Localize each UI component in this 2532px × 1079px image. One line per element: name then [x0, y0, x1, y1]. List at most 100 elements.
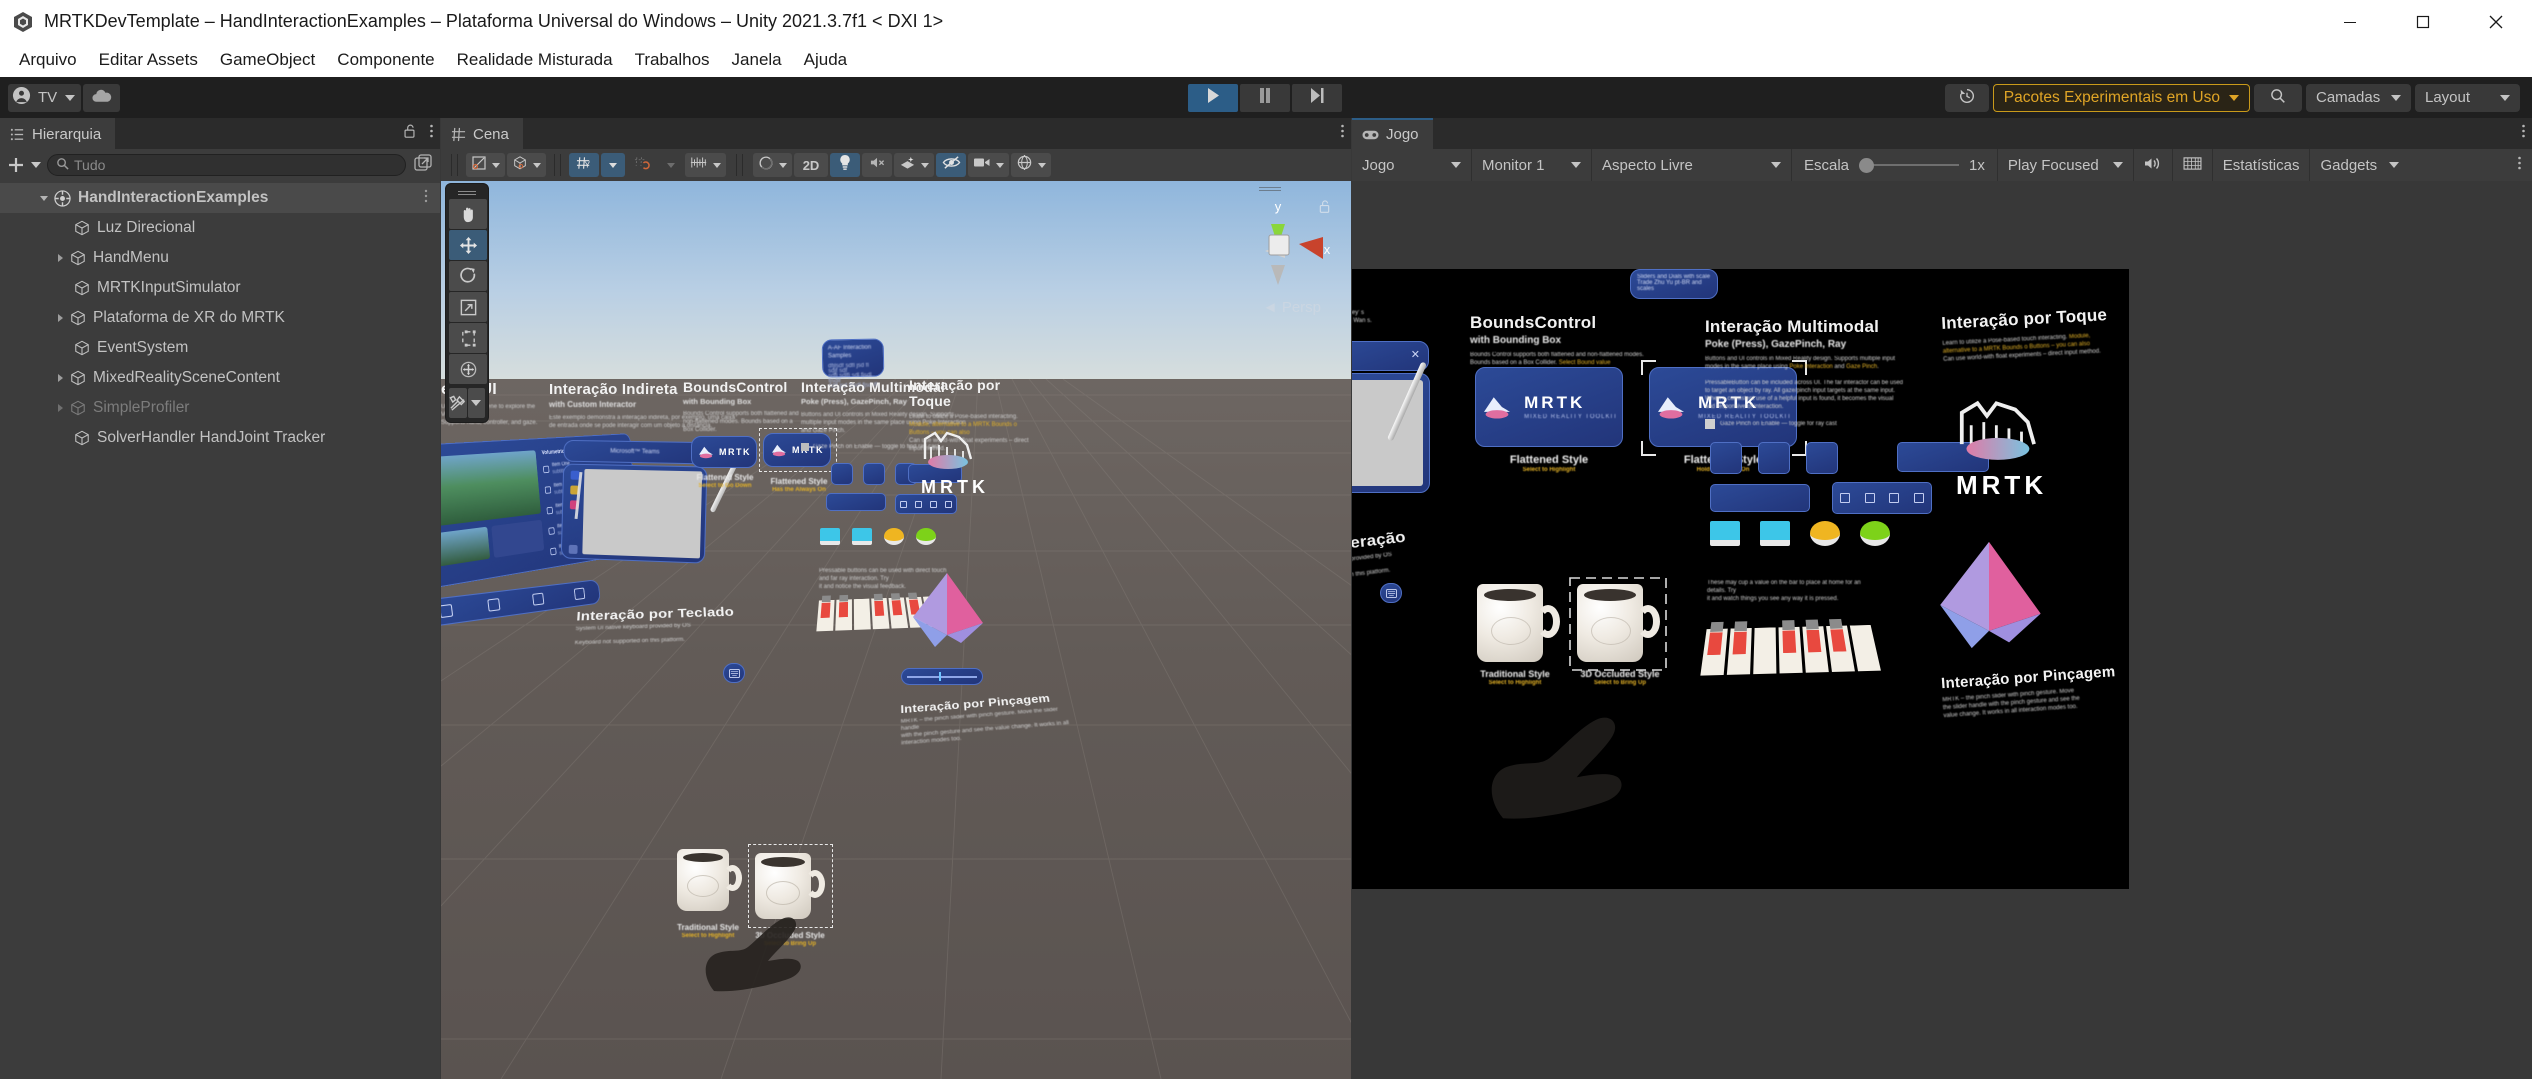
move-tool-button[interactable]	[449, 230, 487, 260]
scene-button-green[interactable]	[916, 528, 936, 545]
effects-toggle-button[interactable]	[894, 153, 934, 177]
game-button-yellow[interactable]	[1810, 521, 1840, 546]
scene-viewport[interactable]: A-AF Interaction Samples dfjlsdf sdfl js…	[441, 181, 1351, 1079]
tab-hierarquia[interactable]: Hierarquia	[0, 118, 115, 149]
hierarchy-search-input[interactable]: Tudo	[47, 154, 406, 176]
menu-componente[interactable]: Componente	[326, 47, 445, 73]
layers-dropdown[interactable]: Camadas	[2306, 84, 2411, 112]
hierarchy-item-mixedrealityscenecontent[interactable]: MixedRealitySceneContent	[0, 363, 440, 393]
game-viewport[interactable]: ✕ ‘ MRTKey’ sTheXrg Wan s. Interação ybo…	[1352, 181, 2532, 1079]
hidden-objects-toggle-button[interactable]	[936, 153, 966, 177]
draw-mode-button[interactable]	[507, 153, 546, 177]
maximize-button[interactable]	[2386, 0, 2459, 43]
lock-open-icon[interactable]	[402, 123, 417, 144]
rotate-tool-button[interactable]	[449, 261, 487, 291]
game-aspect-dropdown[interactable]: Aspecto Livre	[1592, 149, 1792, 181]
grid-snap-button[interactable]: Y	[569, 153, 599, 177]
chevron-right-icon[interactable]	[52, 403, 68, 413]
scene-button[interactable]	[831, 463, 853, 485]
history-button[interactable]	[1945, 84, 1989, 112]
scene-button[interactable]	[863, 463, 885, 485]
hierarchy-item-handmenu[interactable]: HandMenu	[0, 243, 440, 273]
rect-tool-button[interactable]	[449, 323, 487, 353]
palette-grip[interactable]	[449, 188, 485, 198]
hierarchy-item-solverhandler-handjoint-tracker[interactable]: SolverHandler HandJoint Tracker	[0, 423, 440, 453]
game-object-top-slate[interactable]: Sliders and Dials with scaleTrade Zhu Yu…	[1630, 269, 1718, 299]
cloud-button[interactable]	[83, 84, 120, 112]
scene-object-pinch-slider[interactable]	[901, 668, 983, 685]
kebab-menu-icon[interactable]	[2521, 123, 2526, 144]
lighting-toggle-button[interactable]	[830, 153, 860, 177]
scene-object-pyramid[interactable]	[909, 571, 985, 654]
layout-dropdown[interactable]: Layout	[2415, 84, 2520, 112]
menu-gameobject[interactable]: GameObject	[209, 47, 326, 73]
wrench-tool-button[interactable]	[449, 388, 467, 418]
game-stats-button[interactable]: Estatísticas	[2213, 149, 2311, 181]
scene-button-cyan-2[interactable]	[852, 528, 872, 545]
hierarchy-item-mrtkinputsimulator[interactable]: MRTKInputSimulator	[0, 273, 440, 303]
kebab-menu-icon[interactable]	[429, 123, 434, 144]
hierarchy-item-simpleprofiler[interactable]: SimpleProfiler	[0, 393, 440, 423]
add-gameobject-button[interactable]	[6, 155, 41, 175]
tab-jog[interactable]: Jogo	[1352, 118, 1433, 149]
custom-tools-dropdown[interactable]	[468, 388, 486, 418]
hand-tool-button[interactable]	[449, 199, 487, 229]
game-mute-button[interactable]	[2134, 149, 2173, 181]
snap-increment-dropdown[interactable]	[659, 153, 683, 177]
pause-button[interactable]	[1240, 84, 1290, 112]
game-button[interactable]	[1710, 442, 1742, 474]
menu-ajuda[interactable]: Ajuda	[793, 47, 858, 73]
account-button[interactable]: TV	[8, 84, 81, 112]
scene-button-cyan-1[interactable]	[820, 528, 840, 545]
menu-trabalhos[interactable]: Trabalhos	[624, 47, 721, 73]
game-monitor-dropdown[interactable]: Monitor 1	[1472, 149, 1592, 181]
game-button-group[interactable]	[1832, 482, 1932, 514]
game-object-keyboard-button[interactable]	[1380, 583, 1402, 603]
chevron-right-icon[interactable]	[52, 313, 68, 323]
scene-object-keyboard-button[interactable]	[723, 663, 745, 683]
chevron-down-icon[interactable]	[36, 193, 52, 203]
hierarchy-item-luz-direcional[interactable]: Luz Direcional	[0, 213, 440, 243]
kebab-menu-icon[interactable]	[1340, 123, 1345, 144]
scene-button-wide[interactable]	[826, 493, 886, 511]
scene-view-gizmo[interactable]: y x	[1223, 189, 1333, 299]
close-button[interactable]	[2459, 0, 2532, 43]
hierarchy-item-plataforma-xr-mrtk[interactable]: Plataforma de XR do MRTK	[0, 303, 440, 333]
kebab-menu-icon[interactable]	[424, 189, 428, 208]
scale-tool-button[interactable]	[449, 292, 487, 322]
gizmo-toggle-button[interactable]	[753, 153, 792, 177]
2d-toggle-button[interactable]: 2D	[794, 153, 828, 177]
camera-settings-button[interactable]	[968, 153, 1009, 177]
hierarchy-item-handinteractionexamples[interactable]: HandInteractionExamples	[0, 183, 440, 213]
tab-cena[interactable]: Cena	[441, 118, 523, 149]
menu-arquivo[interactable]: Arquivo	[8, 47, 88, 73]
scene-far-slate[interactable]: A-AF Interaction Samples dfjlsdf sdfl js…	[822, 338, 885, 377]
game-button-green[interactable]	[1860, 521, 1890, 546]
game-button-cyan-1[interactable]	[1710, 521, 1740, 546]
search-button[interactable]	[2254, 84, 2302, 112]
scene-projection-label[interactable]: ◄ Persp	[1263, 299, 1321, 316]
chevron-right-icon[interactable]	[52, 373, 68, 383]
minimize-button[interactable]	[2313, 0, 2386, 43]
menu-editar-assets[interactable]: Editar Assets	[88, 47, 209, 73]
game-button-wide-2[interactable]	[1710, 484, 1810, 512]
game-object-pyramid[interactable]	[1934, 539, 2044, 656]
menu-janela[interactable]: Janela	[721, 47, 793, 73]
transform-tool-button[interactable]	[449, 354, 487, 384]
game-object-indirect-titlebar[interactable]: ✕	[1352, 341, 1429, 371]
game-button[interactable]	[1758, 442, 1790, 474]
snap-increment-button[interactable]	[627, 153, 657, 177]
scene-checkbox[interactable]	[801, 443, 809, 451]
grid-opacity-button[interactable]	[685, 153, 726, 177]
audio-toggle-button[interactable]	[862, 153, 892, 177]
hierarchy-expand-button[interactable]	[412, 152, 434, 179]
play-button[interactable]	[1188, 84, 1238, 112]
game-object-mrtk-card-1[interactable]: MRTKMIXED REALITY TOOLKIT	[1475, 367, 1623, 447]
gizmos-menu-button[interactable]	[1011, 153, 1051, 177]
chevron-right-icon[interactable]	[52, 253, 68, 263]
scene-object-mug-1[interactable]	[677, 849, 729, 911]
game-object-mug-1[interactable]	[1477, 584, 1543, 662]
game-button-cyan-2[interactable]	[1760, 521, 1790, 546]
shading-mode-button[interactable]	[466, 153, 505, 177]
game-checkbox[interactable]	[1705, 419, 1715, 429]
